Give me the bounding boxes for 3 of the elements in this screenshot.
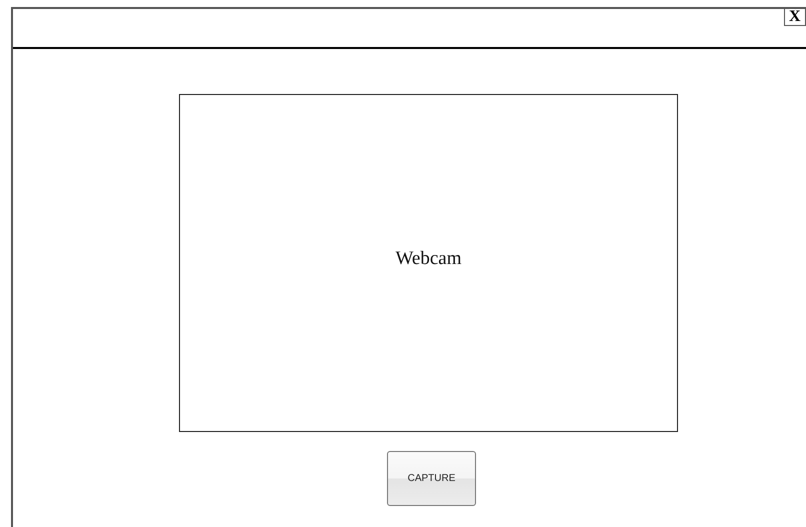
webcam-label: Webcam bbox=[396, 246, 462, 271]
close-button[interactable]: X bbox=[784, 8, 806, 26]
capture-button[interactable]: CAPTURE bbox=[387, 451, 476, 506]
